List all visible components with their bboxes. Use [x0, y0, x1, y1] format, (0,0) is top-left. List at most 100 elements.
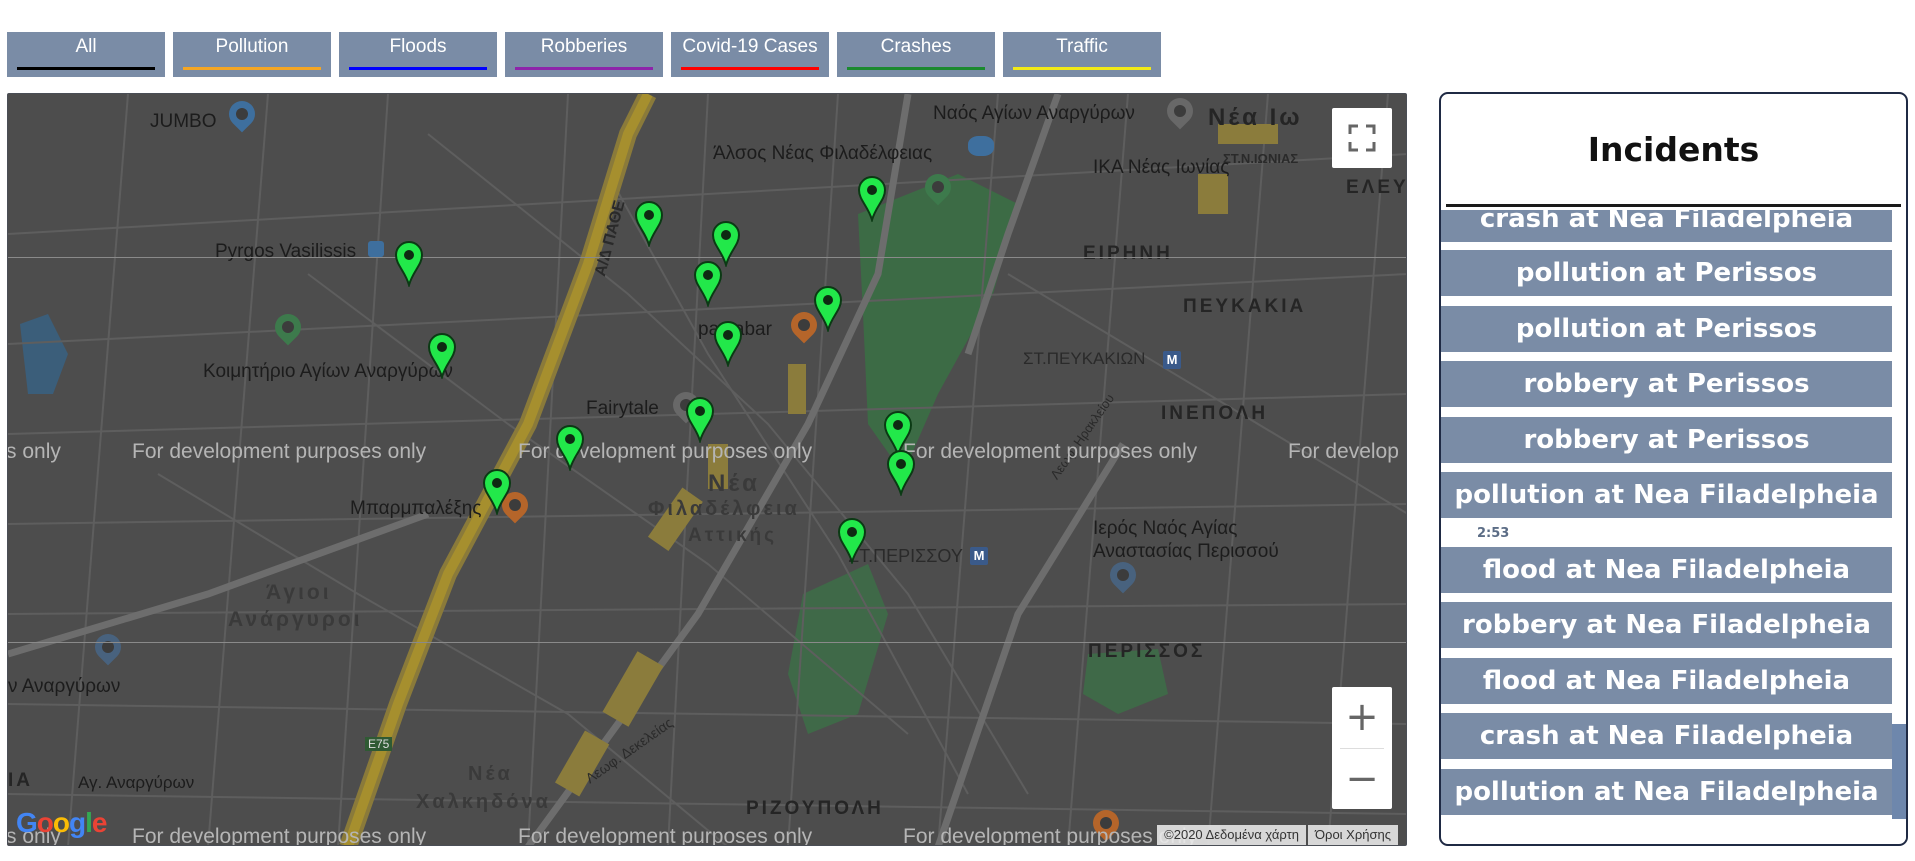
- filter-color-underline: [681, 67, 819, 70]
- incident-marker-icon[interactable]: [812, 284, 844, 334]
- incident-item[interactable]: pollution at Perissos: [1441, 306, 1892, 352]
- map-label: ΙΑ: [8, 770, 33, 791]
- incident-marker-icon[interactable]: [426, 331, 458, 381]
- filter-color-underline: [515, 67, 653, 70]
- incidents-title: Incidents: [1587, 130, 1760, 169]
- filter-tab-crashes[interactable]: Crashes: [837, 32, 995, 77]
- scrollbar-thumb[interactable]: [1892, 724, 1906, 819]
- filter-tab-label: Traffic: [1056, 36, 1108, 57]
- filter-tab-covid-19-cases[interactable]: Covid-19 Cases: [671, 32, 829, 77]
- map-label: ΣΤ.ΠΕΥΚΑΚΙΩΝ: [1023, 349, 1146, 368]
- tile-seam-line: [8, 257, 1406, 258]
- filter-color-underline: [847, 67, 985, 70]
- incident-marker-icon[interactable]: [554, 423, 586, 473]
- incident-marker-icon[interactable]: [885, 448, 917, 498]
- map-label: E75: [365, 737, 393, 751]
- incident-item[interactable]: robbery at Perissos: [1441, 361, 1892, 407]
- filter-color-underline: [17, 67, 155, 70]
- map-label: Νέα: [468, 763, 513, 785]
- map-label: Αγ. Αναργύρων: [78, 773, 195, 792]
- filter-tab-label: Floods: [389, 36, 447, 57]
- incident-marker-icon[interactable]: [393, 239, 425, 289]
- google-logo[interactable]: Google: [16, 807, 107, 839]
- incident-item[interactable]: crash at Nea Filadelpheia: [1441, 713, 1892, 759]
- tile-seam-line: [8, 642, 1406, 643]
- incident-item[interactable]: crash at Nea Filadelpheia: [1441, 210, 1892, 242]
- terms-of-use-link[interactable]: Όροι Χρήσης: [1307, 825, 1398, 845]
- dev-watermark: For development purposes only: [132, 440, 427, 463]
- incident-marker-icon[interactable]: [712, 319, 744, 369]
- map-label: Ναός Αγίων Αναργύρων: [933, 103, 1135, 124]
- incidents-scrollbar[interactable]: [1892, 210, 1906, 840]
- incident-map[interactable]: JUMBO Ναός Αγίων Αναργύρων Νέα Ιω Άλσος …: [7, 93, 1407, 846]
- map-label: ΕΛΕΥΘ: [1346, 177, 1407, 198]
- title-divider: [1446, 204, 1901, 207]
- map-label: ΠΕΡΙΣΣΟΣ: [1088, 641, 1206, 662]
- zoom-out-button[interactable]: −: [1332, 749, 1392, 809]
- filter-tab-floods[interactable]: Floods: [339, 32, 497, 77]
- zoom-in-button[interactable]: +: [1332, 687, 1392, 747]
- map-label: Νέα: [708, 470, 760, 497]
- incident-item[interactable]: pollution at Nea Filadelpheia: [1441, 769, 1892, 815]
- map-label: ΣΤ.Ν.ΙΩΝΙΑΣ: [1223, 151, 1299, 166]
- map-data-attribution[interactable]: ©2020 Δεδομένα χάρτη: [1157, 825, 1306, 845]
- filter-tab-label: All: [75, 36, 97, 57]
- incident-marker-icon[interactable]: [836, 516, 868, 566]
- filter-tab-traffic[interactable]: Traffic: [1003, 32, 1161, 77]
- incident-marker-icon[interactable]: [692, 259, 724, 309]
- incident-marker-icon[interactable]: [684, 395, 716, 445]
- metro-station-icon[interactable]: M: [1163, 351, 1181, 369]
- filter-color-underline: [183, 67, 321, 70]
- map-label: ν Αναργύρων: [8, 676, 121, 697]
- incident-item[interactable]: flood at Nea Filadelpheia: [1441, 658, 1892, 704]
- incident-item[interactable]: pollution at Perissos: [1441, 250, 1892, 296]
- map-label: Pyrgos Vasilissis: [215, 241, 357, 262]
- map-label: Μπαρμπαλέξης: [350, 498, 482, 519]
- fullscreen-button[interactable]: [1332, 108, 1392, 168]
- dev-watermark: For development purposes only: [518, 825, 813, 846]
- incident-item[interactable]: flood at Nea Filadelpheia: [1441, 547, 1892, 593]
- filter-tab-label: Covid-19 Cases: [682, 36, 818, 57]
- map-label: ΡΙΖΟΥΠΟΛΗ: [746, 798, 884, 819]
- map-label: Νέα Ιω: [1208, 104, 1303, 131]
- dev-watermark: For development purposes only: [903, 440, 1198, 463]
- map-label: JUMBO: [150, 111, 217, 132]
- map-label: ΙΝΕΠΟΛΗ: [1161, 403, 1269, 424]
- map-label: Φιλαδέλφεια: [648, 498, 800, 520]
- map-label: ΠΕΥΚΑΚΙΑ: [1183, 296, 1307, 317]
- incident-item[interactable]: robbery at Nea Filadelpheia: [1441, 602, 1892, 648]
- map-label: Άγιοι: [266, 581, 332, 604]
- incident-item[interactable]: robbery at Perissos: [1441, 417, 1892, 463]
- map-label: Ανάργυροι: [228, 608, 363, 631]
- filter-color-underline: [349, 67, 487, 70]
- filter-tab-label: Pollution: [215, 36, 289, 57]
- map-label: Ιερός Ναός Αγίας: [1093, 518, 1238, 539]
- bus-station-icon: [368, 241, 384, 257]
- incidents-list[interactable]: crash at Nea Filadelpheia pollution at P…: [1441, 210, 1893, 840]
- filter-tab-pollution[interactable]: Pollution: [173, 32, 331, 77]
- dev-watermark: For develop: [1288, 440, 1399, 463]
- incident-item[interactable]: pollution at Nea Filadelpheia: [1441, 472, 1892, 518]
- incident-marker-icon[interactable]: [481, 467, 513, 517]
- map-label: Κοιμητήριο Αγίων Αναργύρων: [203, 361, 453, 382]
- filter-tab-robberies[interactable]: Robberies: [505, 32, 663, 77]
- fullscreen-icon: [1348, 124, 1376, 152]
- map-label: Fairytale: [586, 398, 659, 419]
- incident-marker-icon[interactable]: [633, 199, 665, 249]
- incident-marker-icon[interactable]: [856, 174, 888, 224]
- incident-filter-bar: All Pollution Floods Robberies Covid-19 …: [7, 32, 1161, 77]
- incident-timestamp: 2:53: [1477, 526, 1510, 541]
- map-label: Χαλκηδόνα: [416, 791, 551, 813]
- map-label: Αττικής: [688, 525, 778, 546]
- filter-tab-label: Robberies: [540, 36, 628, 57]
- dev-watermark: For development purposes only: [903, 825, 1198, 846]
- map-label: Άλσος Νέας Φιλαδέλφειας: [713, 143, 933, 164]
- filter-tab-all[interactable]: All: [7, 32, 165, 77]
- dev-watermark: s only: [7, 440, 61, 463]
- pond-icon: [968, 136, 994, 156]
- metro-station-icon[interactable]: M: [970, 547, 988, 565]
- incidents-panel: Incidents crash at Nea Filadelpheia poll…: [1439, 92, 1908, 846]
- filter-color-underline: [1013, 67, 1151, 70]
- map-label: Αναστασίας Περισσού: [1093, 541, 1279, 562]
- map-label: ΕΙΡΗΝΗ: [1083, 243, 1173, 264]
